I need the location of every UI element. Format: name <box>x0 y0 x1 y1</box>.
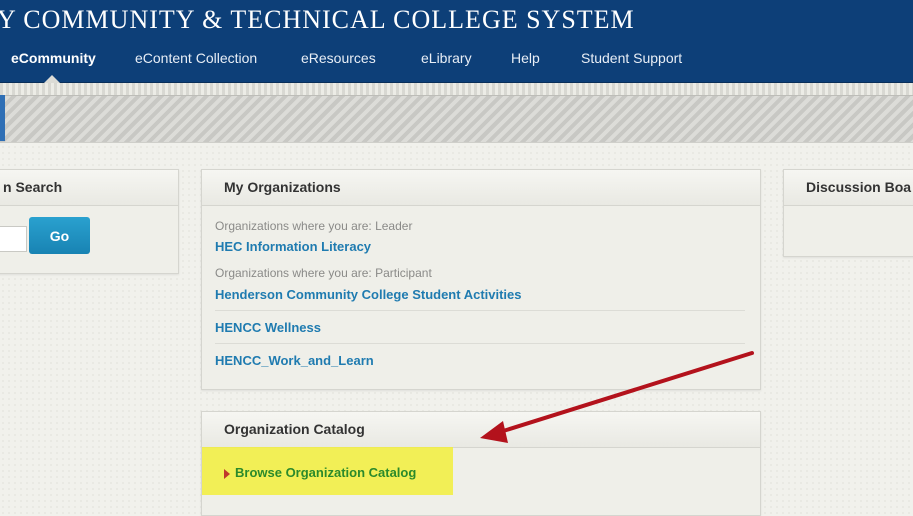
active-tab-caret-icon <box>44 75 60 83</box>
hatched-bar-edge <box>0 95 5 141</box>
org-link-hencc-work-and-learn[interactable]: HENCC_Work_and_Learn <box>215 353 374 368</box>
discussion-board-title: Discussion Boa <box>784 170 913 206</box>
my-organizations-panel: My Organizations Organizations where you… <box>201 169 761 390</box>
discussion-board-panel: Discussion Boa <box>783 169 913 257</box>
divider <box>215 343 745 344</box>
search-panel: n Search Go <box>0 169 179 274</box>
nav-student-support[interactable]: Student Support <box>581 40 682 82</box>
go-button[interactable]: Go <box>29 217 90 254</box>
main-nav: eCommunity eContent Collection eResource… <box>0 40 913 83</box>
leader-caption: Organizations where you are: Leader <box>215 219 413 233</box>
org-link-student-activities[interactable]: Henderson Community College Student Acti… <box>215 287 522 302</box>
organization-catalog-title: Organization Catalog <box>202 412 760 448</box>
my-organizations-title: My Organizations <box>202 170 760 206</box>
org-link-hencc-wellness[interactable]: HENCC Wellness <box>215 320 321 335</box>
nav-help[interactable]: Help <box>511 40 540 82</box>
nav-econtent-collection[interactable]: eContent Collection <box>135 40 257 82</box>
banner-title: Y COMMUNITY & TECHNICAL COLLEGE SYSTEM <box>0 5 635 34</box>
bullet-arrow-icon <box>224 469 230 479</box>
divider <box>215 310 745 311</box>
nav-eresources[interactable]: eResources <box>301 40 376 82</box>
browse-organization-catalog-link[interactable]: Browse Organization Catalog <box>235 465 416 480</box>
decorative-strip <box>0 83 913 95</box>
nav-elibrary[interactable]: eLibrary <box>421 40 472 82</box>
search-input[interactable] <box>0 226 27 252</box>
hatched-bar <box>0 95 913 143</box>
site-banner: Y COMMUNITY & TECHNICAL COLLEGE SYSTEM <box>0 0 913 40</box>
search-panel-title: n Search <box>0 170 178 206</box>
participant-caption: Organizations where you are: Participant <box>215 266 432 280</box>
org-link-hec-information-literacy[interactable]: HEC Information Literacy <box>215 239 371 254</box>
